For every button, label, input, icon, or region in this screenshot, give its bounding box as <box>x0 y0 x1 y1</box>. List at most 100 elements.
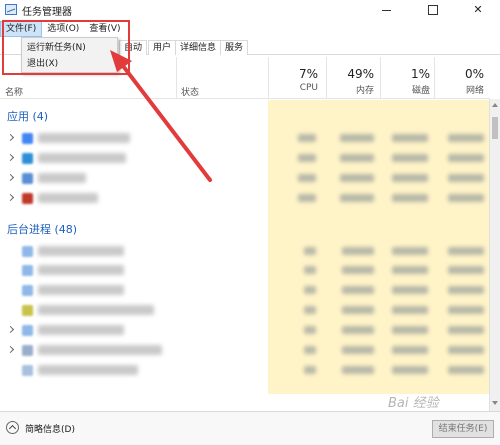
process-name-blurred <box>38 133 130 143</box>
column-cpu[interactable]: 7% CPU <box>290 67 318 93</box>
process-list: 应用 (4) 后台进程 (48) <box>0 100 489 394</box>
expand-chevron-icon[interactable] <box>6 345 15 354</box>
network-value-blurred <box>448 306 484 314</box>
memory-value-blurred <box>342 306 374 314</box>
disk-value-blurred <box>392 134 428 142</box>
process-icon <box>22 285 33 296</box>
expand-chevron-icon[interactable] <box>6 193 15 202</box>
process-name-blurred <box>38 325 124 335</box>
process-name-blurred <box>38 246 124 256</box>
network-value-blurred <box>448 134 484 142</box>
expand-chevron-icon[interactable] <box>6 173 15 182</box>
task-manager-row-icon <box>22 173 33 184</box>
cpu-value-blurred <box>298 134 316 142</box>
table-row[interactable] <box>0 321 489 341</box>
tab-details[interactable]: 详细信息 <box>175 40 222 55</box>
table-row[interactable] <box>0 169 489 189</box>
network-value-blurred <box>448 154 484 162</box>
disk-value-blurred <box>392 346 428 354</box>
disk-value-blurred <box>392 266 428 274</box>
process-name-blurred <box>38 153 126 163</box>
scroll-up-arrow-icon[interactable] <box>492 103 498 107</box>
network-value-blurred <box>448 346 484 354</box>
memory-value-blurred <box>342 366 374 374</box>
memory-value-blurred <box>340 174 374 182</box>
watermark: Bai 经验 <box>388 396 439 411</box>
memory-percent: 49% <box>347 67 374 81</box>
cpu-value-blurred <box>298 174 316 182</box>
expand-chevron-icon[interactable] <box>6 325 15 334</box>
table-row[interactable] <box>0 341 489 361</box>
process-icon <box>22 365 33 376</box>
maximize-button[interactable] <box>410 0 456 20</box>
table-row[interactable] <box>0 301 489 321</box>
table-row[interactable] <box>0 189 489 209</box>
process-name-blurred <box>38 193 98 203</box>
footer-bar: 简略信息(D) 结束任务(E) <box>0 411 500 445</box>
cpu-value-blurred <box>304 286 316 294</box>
cpu-value-blurred <box>304 346 316 354</box>
process-name-blurred <box>38 345 162 355</box>
table-row[interactable] <box>0 129 489 149</box>
cpu-value-blurred <box>304 366 316 374</box>
disk-value-blurred <box>392 174 428 182</box>
explorer-icon <box>22 153 33 164</box>
network-percent: 0% <box>464 67 484 81</box>
scrollbar-thumb[interactable] <box>492 117 498 139</box>
disk-label: 磁盘 <box>411 86 430 96</box>
cpu-value-blurred <box>298 154 316 162</box>
process-name-blurred <box>38 173 86 183</box>
process-icon <box>22 325 33 336</box>
memory-value-blurred <box>342 247 374 255</box>
network-label: 网络 <box>465 86 484 96</box>
scroll-down-arrow-icon[interactable] <box>492 401 498 405</box>
disk-value-blurred <box>392 306 428 314</box>
network-value-blurred <box>448 194 484 202</box>
memory-value-blurred <box>340 134 374 142</box>
column-divider <box>176 57 177 99</box>
column-status[interactable]: 状态 <box>181 85 199 98</box>
network-value-blurred <box>448 266 484 274</box>
cpu-value-blurred <box>304 326 316 334</box>
process-name-blurred <box>38 365 138 375</box>
table-row[interactable] <box>0 261 489 281</box>
table-row[interactable] <box>0 149 489 169</box>
process-icon <box>22 345 33 356</box>
memory-value-blurred <box>342 346 374 354</box>
memory-value-blurred <box>342 266 374 274</box>
memory-value-blurred <box>342 286 374 294</box>
memory-label: 内存 <box>355 86 374 96</box>
disk-value-blurred <box>392 286 428 294</box>
column-name[interactable]: 名称 <box>5 85 23 98</box>
column-divider <box>434 57 435 99</box>
column-network[interactable]: 0% 网络 <box>456 67 484 96</box>
memory-value-blurred <box>340 154 374 162</box>
column-divider <box>380 57 381 99</box>
end-task-button[interactable]: 结束任务(E) <box>432 420 494 438</box>
expand-chevron-icon[interactable] <box>6 133 15 142</box>
table-row[interactable] <box>0 281 489 301</box>
network-value-blurred <box>448 326 484 334</box>
group-header-background: 后台进程 (48) <box>7 223 78 236</box>
cpu-value-blurred <box>298 194 316 202</box>
table-row[interactable] <box>0 361 489 381</box>
cpu-value-blurred <box>304 306 316 314</box>
vertical-scrollbar[interactable] <box>489 99 500 411</box>
tab-users[interactable]: 用户 <box>148 40 177 55</box>
minimize-button[interactable] <box>364 0 410 20</box>
column-disk[interactable]: 1% 磁盘 <box>400 67 430 96</box>
close-button[interactable]: ✕ <box>455 0 500 20</box>
disk-value-blurred <box>392 366 428 374</box>
network-value-blurred <box>448 286 484 294</box>
expand-chevron-icon[interactable] <box>6 153 15 162</box>
tab-services[interactable]: 服务 <box>220 40 249 55</box>
column-memory[interactable]: 49% 内存 <box>336 67 374 96</box>
app-icon <box>22 193 33 204</box>
memory-value-blurred <box>342 326 374 334</box>
chevron-up-circle-icon[interactable] <box>6 421 19 434</box>
cpu-value-blurred <box>304 247 316 255</box>
table-row[interactable] <box>0 242 489 262</box>
brief-info-link[interactable]: 简略信息(D) <box>25 422 75 435</box>
cpu-label: CPU <box>299 83 318 93</box>
cpu-value-blurred <box>304 266 316 274</box>
